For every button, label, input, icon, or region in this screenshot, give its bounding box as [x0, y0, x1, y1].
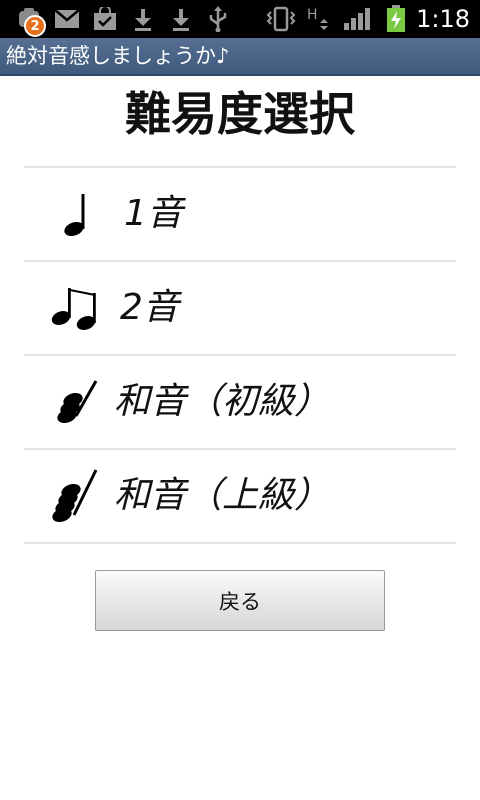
level-label: 和音（上級） — [114, 475, 331, 516]
page-title: 難易度選択 — [125, 87, 355, 141]
usb-icon — [204, 0, 232, 38]
app-title-bar: 絶対音感しましょうか♪ — [0, 38, 480, 76]
level-label: 和音（初級） — [114, 381, 331, 422]
app-title: 絶対音感しましょうか♪ — [6, 44, 230, 68]
download-icon — [168, 0, 194, 38]
level-label: 2音 — [120, 287, 179, 328]
level-option-chord-advanced[interactable]: 和音（上級） — [24, 450, 456, 542]
back-button[interactable]: 戻る — [95, 570, 385, 631]
signal-icon — [340, 0, 372, 38]
gmail-icon — [52, 0, 82, 38]
double-note-icon — [50, 262, 102, 354]
level-option-two-notes[interactable]: 2音 — [24, 262, 456, 354]
vibrate-icon — [264, 0, 298, 38]
status-bar: 2 H 1:18 — [0, 0, 480, 38]
battery-charging-icon — [384, 0, 408, 38]
market-icon — [90, 0, 120, 38]
level-option-one-note[interactable]: 1音 — [24, 168, 456, 260]
svg-text:H: H — [307, 7, 318, 23]
divider — [24, 542, 456, 544]
status-clock: 1:18 — [416, 5, 470, 33]
chord-four-notes-icon — [50, 450, 100, 542]
level-option-chord-beginner[interactable]: 和音（初級） — [24, 356, 456, 448]
notification-count-badge: 2 — [24, 15, 46, 37]
download-icon — [130, 0, 156, 38]
quarter-note-icon — [62, 168, 92, 260]
network-h-icon: H — [304, 0, 334, 38]
level-label: 1音 — [124, 193, 183, 234]
chord-three-notes-icon — [54, 356, 100, 448]
